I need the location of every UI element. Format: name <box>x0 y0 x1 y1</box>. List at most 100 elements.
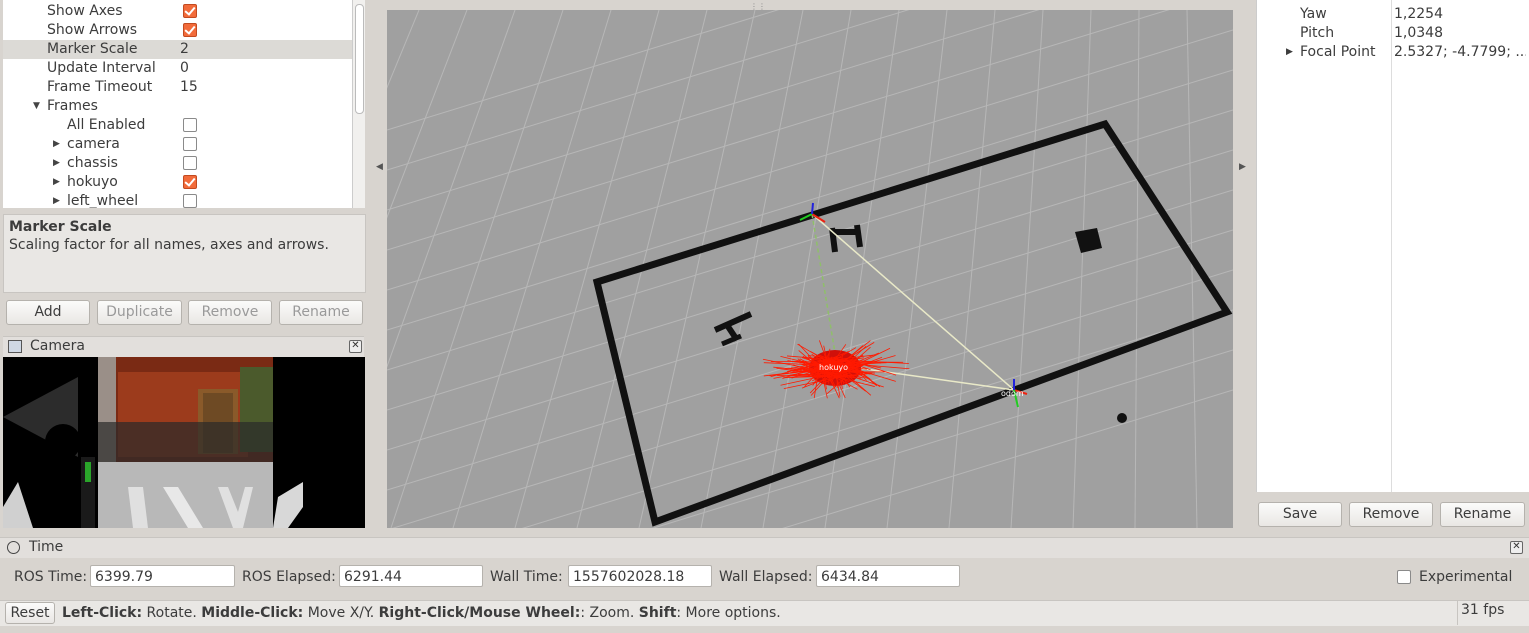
tree-row-left-wheel[interactable]: ▶ left_wheel <box>3 192 352 208</box>
focal-point-label: Focal Point <box>1300 44 1376 60</box>
tree-row-hokuyo[interactable]: ▶ hokuyo <box>3 173 352 192</box>
wall-time-field[interactable]: 1557602028.18 <box>568 565 712 587</box>
obstacle-dot <box>1117 413 1127 423</box>
camera-image <box>3 357 365 528</box>
tree-row-label: hokuyo <box>67 174 118 190</box>
camera-checkbox[interactable] <box>183 137 197 151</box>
remove-display-button[interactable]: Remove <box>188 300 272 325</box>
tree-row-frames[interactable]: ▼ Frames <box>3 97 352 116</box>
collapse-left-icon[interactable]: ◀ <box>376 162 383 172</box>
tree-row-label: camera <box>67 136 120 152</box>
experimental-checkbox[interactable] <box>1397 570 1411 584</box>
wall-elapsed-label: Wall Elapsed: <box>719 569 813 585</box>
3d-scene[interactable]: hokuyo odom <box>387 10 1233 528</box>
description-text: Scaling factor for all names, axes and a… <box>9 237 329 253</box>
focal-point-value[interactable]: 2.5327; -4.7799; ... <box>1394 44 1526 60</box>
grid-line <box>387 69 1233 331</box>
yaw-label: Yaw <box>1300 6 1327 22</box>
tree-row-label: All Enabled <box>67 117 146 133</box>
tree-row-label: Frame Timeout <box>47 79 153 95</box>
hint-text: Move X/Y. <box>303 605 379 621</box>
expand-right-icon[interactable]: ▶ <box>53 192 60 208</box>
show-arrows-checkbox[interactable] <box>183 23 197 37</box>
expand-right-icon[interactable]: ▶ <box>53 173 60 192</box>
displays-tree[interactable]: Show Axes Show Arrows Marker Scale 2 Upd… <box>3 0 352 208</box>
grid-line <box>886 10 948 528</box>
marker-scale-value[interactable]: 2 <box>180 40 189 59</box>
tree-row-camera[interactable]: ▶ camera <box>3 135 352 154</box>
save-view-button[interactable]: Save <box>1258 502 1342 527</box>
grid-line <box>948 10 996 528</box>
ros-elapsed-field[interactable]: 6291.44 <box>339 565 483 587</box>
status-bar: Reset Left-Click: Rotate. Middle-Click: … <box>0 600 1529 626</box>
expand-right-icon[interactable]: ▶ <box>53 154 60 173</box>
tree-row-label: left_wheel <box>67 193 139 208</box>
grid-line <box>387 10 910 171</box>
3d-render-view[interactable]: hokuyo odom <box>387 10 1233 528</box>
hint-text: Rotate. <box>142 605 202 621</box>
tree-row-update-interval[interactable]: Update Interval 0 <box>3 59 352 78</box>
grid-line <box>387 109 1233 371</box>
tree-row-chassis[interactable]: ▶ chassis <box>3 154 352 173</box>
tree-row-all-enabled[interactable]: All Enabled <box>3 116 352 135</box>
hint-key: Left-Click: <box>62 605 143 621</box>
camera-scene <box>3 357 365 528</box>
grid-line <box>387 10 780 131</box>
add-button[interactable]: Add <box>6 300 90 325</box>
hint-key: Right-Click/Mouse Wheel: <box>378 605 581 621</box>
hokuyo-frame-label: hokuyo <box>819 363 848 372</box>
ros-time-field[interactable]: 6399.79 <box>90 565 235 587</box>
remove-view-button[interactable]: Remove <box>1349 502 1433 527</box>
grid-line <box>1072 10 1092 528</box>
chassis-checkbox[interactable] <box>183 156 197 170</box>
tree-row-label: Update Interval <box>47 60 156 76</box>
ground-grid <box>387 10 1233 528</box>
tree-row-show-arrows[interactable]: Show Arrows <box>3 21 352 40</box>
collapse-right-icon[interactable]: ▶ <box>1239 162 1246 172</box>
time-panel-header: Time ✕ <box>0 537 1529 558</box>
hint-text: : More options. <box>676 605 781 621</box>
grid-line <box>1134 10 1140 528</box>
hint-key: Middle-Click: <box>201 605 304 621</box>
clock-icon <box>7 541 20 554</box>
expand-down-icon[interactable]: ▼ <box>33 97 40 116</box>
tree-row-label: Marker Scale <box>47 41 138 57</box>
rename-display-button[interactable]: Rename <box>279 300 363 325</box>
show-axes-checkbox[interactable] <box>183 4 197 18</box>
tree-scrollbar[interactable] <box>352 0 365 208</box>
hint-text: : Zoom. <box>580 605 639 621</box>
expand-right-icon[interactable]: ▶ <box>1286 47 1293 57</box>
grid-line <box>387 189 1233 451</box>
hint-key: Shift <box>638 605 677 621</box>
update-interval-value[interactable]: 0 <box>180 59 189 78</box>
wall-elapsed-field[interactable]: 6434.84 <box>816 565 960 587</box>
tree-row-label: Frames <box>47 98 98 114</box>
camera-panel-header: Camera ✕ <box>3 336 364 357</box>
tree-row-show-axes[interactable]: Show Axes <box>3 2 352 21</box>
close-icon[interactable]: ✕ <box>349 340 362 353</box>
close-icon[interactable]: ✕ <box>1510 541 1523 554</box>
reset-button[interactable]: Reset <box>5 602 55 624</box>
odom-frame-label: odom <box>1001 389 1024 398</box>
wall-time-label: Wall Time: <box>490 569 563 585</box>
tree-row-label: Show Axes <box>47 3 123 19</box>
views-tree[interactable]: Yaw 1,2254 Pitch 1,0348 ▶ Focal Point 2.… <box>1256 0 1529 492</box>
scrollbar-thumb[interactable] <box>355 4 364 114</box>
camera-window-icon <box>8 340 22 353</box>
pitch-value[interactable]: 1,0348 <box>1394 25 1443 41</box>
camera-panel-title: Camera <box>30 338 85 354</box>
rename-view-button[interactable]: Rename <box>1440 502 1525 527</box>
frame-timeout-value[interactable]: 15 <box>180 78 198 97</box>
yaw-value[interactable]: 1,2254 <box>1394 6 1443 22</box>
left-wheel-checkbox[interactable] <box>183 194 197 208</box>
hokuyo-checkbox[interactable] <box>183 175 197 189</box>
tree-row-marker-scale[interactable]: Marker Scale 2 <box>3 40 352 59</box>
fps-readout: 31 fps <box>1461 602 1505 618</box>
map-wall-outline <box>592 119 1233 527</box>
tree-row-frame-timeout[interactable]: Frame Timeout 15 <box>3 78 352 97</box>
expand-right-icon[interactable]: ▶ <box>53 135 60 154</box>
grid-line <box>824 10 900 528</box>
duplicate-button[interactable]: Duplicate <box>97 300 182 325</box>
all-enabled-checkbox[interactable] <box>183 118 197 132</box>
time-panel-title: Time <box>29 539 64 555</box>
